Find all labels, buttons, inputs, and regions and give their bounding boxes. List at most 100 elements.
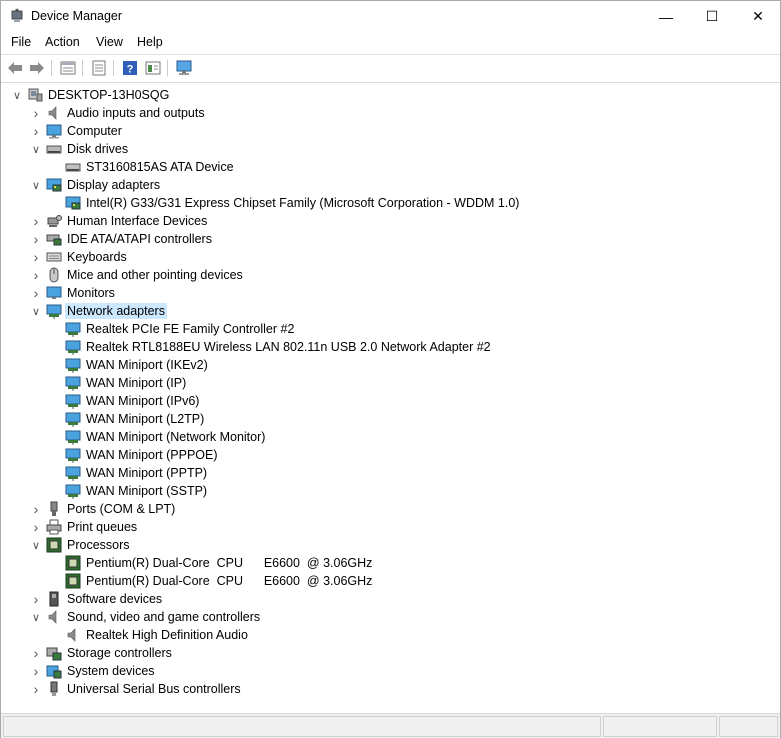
tree-category-item[interactable]: › IDE ATA/ATAPI controllers: [1, 230, 771, 248]
tree-category-item[interactable]: › Human Interface Devices: [1, 212, 771, 230]
tree-category-item[interactable]: › Keyboards: [1, 248, 771, 266]
software-device-icon: [46, 591, 62, 607]
tree-category-item[interactable]: ∨ Processors: [1, 536, 771, 554]
tree-device-item[interactable]: WAN Miniport (L2TP): [1, 410, 771, 428]
tree-item-label: WAN Miniport (Network Monitor): [86, 430, 266, 444]
minimize-icon: —: [659, 8, 673, 25]
expand-chevron-icon[interactable]: ›: [28, 122, 44, 140]
tree-category-item[interactable]: › Computer: [1, 122, 771, 140]
cpu-icon: [65, 573, 81, 589]
toolbar: ?: [1, 54, 780, 83]
menu-help[interactable]: Help: [137, 35, 163, 49]
tree-item-label: WAN Miniport (SSTP): [86, 484, 208, 498]
menu-action[interactable]: Action: [45, 35, 80, 49]
tree-category-item[interactable]: › Audio inputs and outputs: [1, 104, 771, 122]
device-manager-window: Device Manager — ☐ ✕ File Action View He…: [0, 0, 781, 738]
tree-category-item[interactable]: › Storage controllers: [1, 644, 771, 662]
tree-device-item[interactable]: WAN Miniport (IP): [1, 374, 771, 392]
tree-device-item[interactable]: WAN Miniport (PPPOE): [1, 446, 771, 464]
usb-icon: [46, 681, 62, 697]
tree-category-item[interactable]: ∨ Sound, video and game controllers: [1, 608, 771, 626]
tree-category-item[interactable]: › Ports (COM & LPT): [1, 500, 771, 518]
maximize-button[interactable]: ☐: [689, 1, 735, 32]
expand-chevron-icon[interactable]: ›: [28, 590, 44, 608]
tree-root[interactable]: ∨ DESKTOP-13H0SQG: [1, 86, 771, 104]
tree-device-item[interactable]: Pentium(R) Dual-Core CPU E6600 @ 3.06GHz: [1, 572, 771, 590]
tree-category-item[interactable]: › System devices: [1, 662, 771, 680]
expand-chevron-icon[interactable]: ›: [28, 248, 44, 266]
expand-chevron-icon[interactable]: ›: [28, 284, 44, 302]
expand-chevron-icon[interactable]: ›: [28, 644, 44, 662]
menu-file[interactable]: File: [11, 35, 31, 49]
display-adapter-icon: [46, 177, 62, 193]
tree-item-label: Realtek RTL8188EU Wireless LAN 802.11n U…: [86, 340, 491, 354]
details-icon: [145, 61, 161, 75]
details-button[interactable]: [144, 59, 162, 77]
tree-device-item[interactable]: Realtek High Definition Audio: [1, 626, 771, 644]
tree-device-item[interactable]: Realtek RTL8188EU Wireless LAN 802.11n U…: [1, 338, 771, 356]
forward-arrow-icon: [30, 62, 44, 74]
tree-category-item[interactable]: › Print queues: [1, 518, 771, 536]
cpu-icon: [65, 555, 81, 571]
expand-chevron-icon[interactable]: ›: [28, 518, 44, 536]
collapse-chevron-icon[interactable]: ∨: [9, 86, 25, 104]
menu-bar: File Action View Help: [1, 32, 780, 54]
list-view-icon: [92, 60, 106, 76]
tree-item-label: Pentium(R) Dual-Core CPU E6600 @ 3.06GHz: [86, 556, 373, 570]
root-computer-icon: [27, 87, 43, 103]
network-adapter-icon: [46, 303, 62, 319]
tree-category-item[interactable]: ∨ Disk drives: [1, 140, 771, 158]
properties-icon: [60, 61, 76, 75]
expand-chevron-icon[interactable]: ›: [28, 104, 44, 122]
tree-device-item[interactable]: WAN Miniport (IKEv2): [1, 356, 771, 374]
list-view-button[interactable]: [90, 59, 108, 77]
properties-button[interactable]: [59, 59, 77, 77]
close-button[interactable]: ✕: [735, 1, 781, 32]
collapse-chevron-icon[interactable]: ∨: [28, 536, 44, 554]
tree-category-item[interactable]: › Universal Serial Bus controllers: [1, 680, 771, 698]
tree-category-item[interactable]: › Software devices: [1, 590, 771, 608]
tree-device-item[interactable]: Realtek PCIe FE Family Controller #2: [1, 320, 771, 338]
tree-item-label: Universal Serial Bus controllers: [67, 682, 241, 696]
tree-device-item[interactable]: Intel(R) G33/G31 Express Chipset Family …: [1, 194, 771, 212]
expand-chevron-icon[interactable]: ›: [28, 680, 44, 698]
help-button[interactable]: ?: [121, 59, 139, 77]
expand-chevron-icon[interactable]: ›: [28, 266, 44, 284]
tree-category-item[interactable]: ∨ Display adapters: [1, 176, 771, 194]
collapse-chevron-icon[interactable]: ∨: [28, 176, 44, 194]
forward-button[interactable]: [28, 59, 46, 77]
tree-category-item[interactable]: › Mice and other pointing devices: [1, 266, 771, 284]
title-bar: Device Manager — ☐ ✕: [1, 1, 780, 32]
collapse-chevron-icon[interactable]: ∨: [28, 302, 44, 320]
tree-device-item[interactable]: ST3160815AS ATA Device: [1, 158, 771, 176]
expand-chevron-icon[interactable]: ›: [28, 500, 44, 518]
tree-item-label: ST3160815AS ATA Device: [86, 160, 234, 174]
collapse-chevron-icon[interactable]: ∨: [28, 608, 44, 626]
tree-device-item[interactable]: WAN Miniport (Network Monitor): [1, 428, 771, 446]
network-device-icon: [65, 483, 81, 499]
printer-icon: [46, 519, 62, 535]
menu-view[interactable]: View: [96, 35, 123, 49]
tree-item-label: Pentium(R) Dual-Core CPU E6600 @ 3.06GHz: [86, 574, 373, 588]
tree-category-item[interactable]: › Monitors: [1, 284, 771, 302]
tree-category-item[interactable]: ∨ Network adapters: [1, 302, 771, 320]
keyboard-icon: [46, 249, 62, 265]
minimize-button[interactable]: —: [643, 1, 689, 32]
system-device-icon: [46, 663, 62, 679]
tree-device-item[interactable]: WAN Miniport (SSTP): [1, 482, 771, 500]
tree-item-label: WAN Miniport (IKEv2): [86, 358, 208, 372]
back-button[interactable]: [6, 59, 24, 77]
scan-hardware-button[interactable]: [175, 59, 193, 77]
toolbar-separator: [113, 60, 114, 76]
tree-item-label: Audio inputs and outputs: [67, 106, 205, 120]
tree-device-item[interactable]: WAN Miniport (IPv6): [1, 392, 771, 410]
tree-item-label: Software devices: [67, 592, 163, 606]
expand-chevron-icon[interactable]: ›: [28, 230, 44, 248]
expand-chevron-icon[interactable]: ›: [28, 662, 44, 680]
back-arrow-icon: [8, 62, 22, 74]
expand-chevron-icon[interactable]: ›: [28, 212, 44, 230]
collapse-chevron-icon[interactable]: ∨: [28, 140, 44, 158]
tree-item-label: Intel(R) G33/G31 Express Chipset Family …: [86, 196, 520, 210]
tree-device-item[interactable]: Pentium(R) Dual-Core CPU E6600 @ 3.06GHz: [1, 554, 771, 572]
tree-device-item[interactable]: WAN Miniport (PPTP): [1, 464, 771, 482]
